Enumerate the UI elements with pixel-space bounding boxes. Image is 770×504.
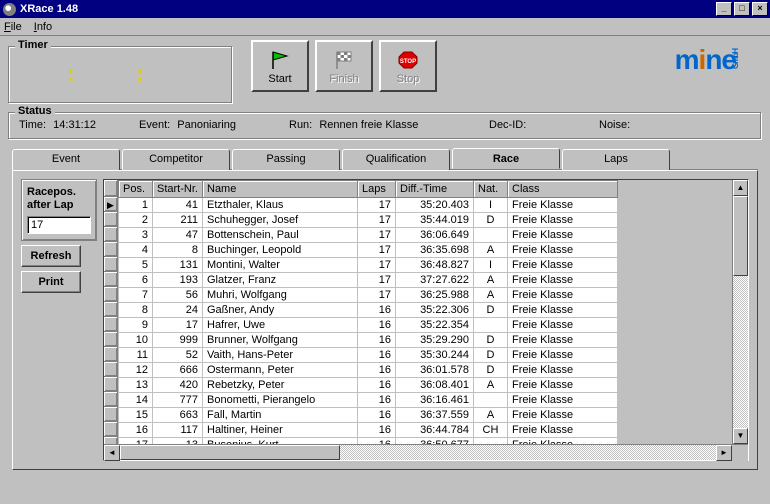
scroll-left-button[interactable]: ◄	[104, 445, 120, 461]
status-group: Status Time: 14:31:12 Event: Panoniaring…	[8, 112, 762, 140]
table-row[interactable]: 6193Glatzer, Franz1737:27.622AFreie Klas…	[119, 273, 618, 288]
timer-display: ::	[17, 55, 224, 87]
table-row[interactable]: 13420Rebetzky, Peter1636:08.401AFreie Kl…	[119, 378, 618, 393]
col-name[interactable]: Name	[203, 181, 358, 198]
col-startnr[interactable]: Start-Nr.	[153, 181, 203, 198]
row-selector[interactable]	[104, 347, 117, 362]
status-run-value: Rennen freie Klasse	[319, 119, 418, 131]
status-run-label: Run:	[289, 119, 312, 131]
status-event-label: Event:	[139, 119, 170, 131]
row-selector[interactable]	[104, 272, 117, 287]
row-selector[interactable]	[104, 242, 117, 257]
tab-race[interactable]: Race	[452, 148, 560, 169]
scroll-right-button[interactable]: ►	[716, 445, 732, 461]
table-row[interactable]: 756Muhri, Wolfgang1736:25.988AFreie Klas…	[119, 288, 618, 303]
menu-file[interactable]: FFileile	[4, 21, 22, 33]
col-difftime[interactable]: Diff.-Time	[396, 181, 474, 198]
minimize-button[interactable]: _	[716, 2, 732, 16]
row-selector[interactable]	[104, 422, 117, 437]
horizontal-scrollbar[interactable]: ◄ ►	[104, 444, 748, 460]
tab-strip: Event Competitor Passing Qualification R…	[12, 148, 758, 170]
status-noise-label: Noise:	[599, 119, 630, 131]
tab-passing[interactable]: Passing	[232, 149, 340, 170]
tab-competitor[interactable]: Competitor	[122, 149, 230, 170]
row-selector[interactable]	[104, 332, 117, 347]
racepos-label-2: after Lap	[27, 199, 91, 212]
table-row[interactable]: 12666Ostermann, Peter1636:01.578DFreie K…	[119, 363, 618, 378]
row-selector[interactable]	[104, 317, 117, 332]
table-row[interactable]: 5131Montini, Walter1736:48.827IFreie Kla…	[119, 258, 618, 273]
table-row[interactable]: 141Etzthaler, Klaus1735:20.403IFreie Kla…	[119, 198, 618, 213]
flag-green-icon	[268, 49, 292, 71]
status-time-value: 14:31:12	[53, 119, 96, 131]
row-selector[interactable]	[104, 212, 117, 227]
status-time-label: Time:	[19, 119, 46, 131]
svg-text:STOP: STOP	[400, 59, 416, 65]
row-selector[interactable]	[104, 407, 117, 422]
left-panel: Racepos. after Lap Refresh Print	[21, 179, 97, 461]
stop-sign-icon: STOP	[396, 49, 420, 71]
status-event-value: Panoniaring	[177, 119, 236, 131]
results-grid: ▶ Pos. Start-Nr. Name Laps Diff.-Time Na…	[103, 179, 749, 461]
timer-legend: Timer	[15, 39, 51, 51]
vertical-scroll-thumb[interactable]	[733, 196, 748, 276]
col-class[interactable]: Class	[508, 181, 618, 198]
table-row[interactable]: 824Gaßner, Andy1635:22.306DFreie Klasse	[119, 303, 618, 318]
row-selector[interactable]: ▶	[104, 197, 117, 212]
table-row[interactable]: 917Hafrer, Uwe1635:22.354Freie Klasse	[119, 318, 618, 333]
col-laps[interactable]: Laps	[358, 181, 396, 198]
toolbar: Start Finish STOP Stop	[251, 40, 437, 92]
timer-group: Timer ::	[8, 46, 233, 104]
maximize-button[interactable]: □	[734, 2, 750, 16]
lap-input[interactable]	[27, 216, 91, 234]
window-title: XRace 1.48	[20, 3, 714, 15]
racepos-label-1: Racepos.	[27, 186, 91, 199]
horizontal-scroll-thumb[interactable]	[120, 445, 340, 460]
row-selector[interactable]	[104, 287, 117, 302]
row-selector[interactable]	[104, 257, 117, 272]
close-button[interactable]: ×	[752, 2, 768, 16]
row-selector[interactable]	[104, 392, 117, 407]
vertical-scrollbar[interactable]: ▲ ▼	[732, 180, 748, 444]
table-row[interactable]: 2211Schuhegger, Josef1735:44.019DFreie K…	[119, 213, 618, 228]
row-selector[interactable]	[104, 377, 117, 392]
status-decid-label: Dec-ID:	[489, 119, 526, 131]
start-button[interactable]: Start	[251, 40, 309, 92]
table-row[interactable]: 10999Brunner, Wolfgang1635:29.290DFreie …	[119, 333, 618, 348]
finish-button[interactable]: Finish	[315, 40, 373, 92]
table-row[interactable]: 15663Fall, Martin1636:37.559AFreie Klass…	[119, 408, 618, 423]
tab-qualification[interactable]: Qualification	[342, 149, 450, 170]
tab-panel-race: Racepos. after Lap Refresh Print ▶ Pos. …	[12, 170, 758, 470]
table-row[interactable]: 16117Haltiner, Heiner1636:44.784CHFreie …	[119, 423, 618, 438]
scroll-up-button[interactable]: ▲	[733, 180, 748, 196]
table-row[interactable]: 14777Bonometti, Pierangelo1636:16.461Fre…	[119, 393, 618, 408]
table-row[interactable]: 1152Vaith, Hans-Peter1635:30.244DFreie K…	[119, 348, 618, 363]
table-row[interactable]: 48Buchinger, Leopold1736:35.698AFreie Kl…	[119, 243, 618, 258]
print-button[interactable]: Print	[21, 271, 81, 293]
tab-event[interactable]: Event	[12, 149, 120, 170]
app-icon	[3, 3, 16, 16]
row-selector[interactable]	[104, 227, 117, 242]
menubar: FFileile IInfonfo	[0, 18, 770, 36]
flag-checkered-icon	[332, 49, 356, 71]
scroll-down-button[interactable]: ▼	[733, 428, 748, 444]
status-legend: Status	[15, 105, 55, 117]
stop-button[interactable]: STOP Stop	[379, 40, 437, 92]
row-selector[interactable]	[104, 362, 117, 377]
col-nat[interactable]: Nat.	[474, 181, 508, 198]
row-header-column: ▶	[104, 180, 118, 444]
titlebar: XRace 1.48 _ □ ×	[0, 0, 770, 18]
menu-info[interactable]: IInfonfo	[34, 21, 52, 33]
tab-laps[interactable]: Laps	[562, 149, 670, 170]
row-selector[interactable]	[104, 302, 117, 317]
col-pos[interactable]: Pos.	[119, 181, 153, 198]
table-row[interactable]: 347Bottenschein, Paul1736:06.649Freie Kl…	[119, 228, 618, 243]
logo: mineGmbH	[675, 44, 756, 76]
row-selector[interactable]	[104, 437, 117, 444]
refresh-button[interactable]: Refresh	[21, 245, 81, 267]
